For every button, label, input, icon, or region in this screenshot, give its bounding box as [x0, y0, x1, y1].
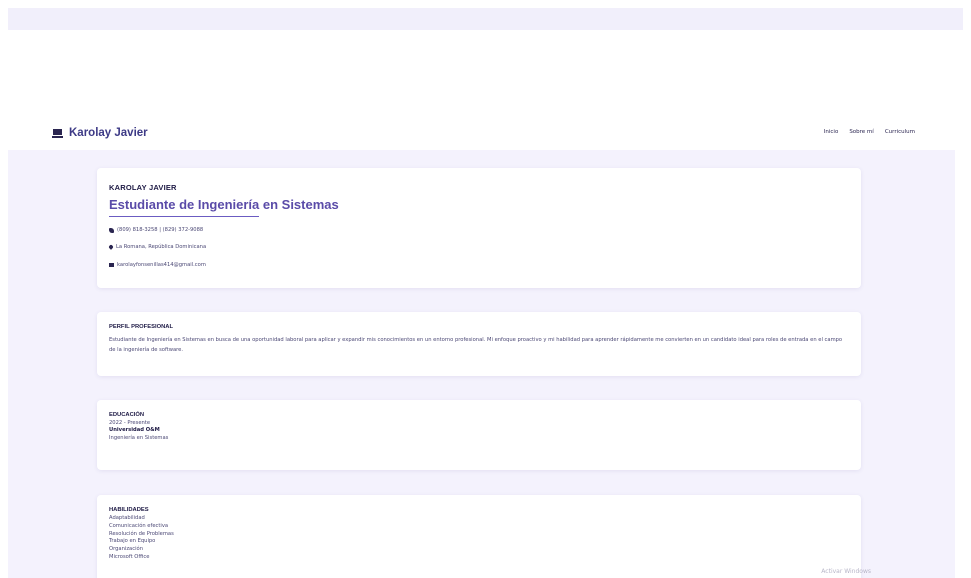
top-band — [8, 8, 963, 30]
role-underline — [109, 216, 259, 217]
phone-text: (809) 818-3258 | (829) 372-9088 — [117, 227, 204, 233]
skill-item: Microsoft Office — [109, 553, 150, 560]
laptop-icon — [52, 128, 63, 138]
activation-watermark: Activar Windows — [821, 568, 871, 575]
educacion-card: EDUCACIÓN 2022 - Presente Universidad O&… — [97, 400, 861, 470]
nav-link-curriculum[interactable]: Curriculum — [885, 129, 915, 135]
perfil-card: PERFIL PROFESIONAL Estudiante de Ingenie… — [97, 312, 861, 376]
educacion-institution: Universidad O&M — [109, 427, 160, 434]
contact-location: La Romana, República Dominicana — [108, 244, 207, 250]
envelope-icon — [109, 263, 114, 267]
brand[interactable]: Karolay Javier — [52, 127, 148, 139]
phone-icon — [109, 227, 114, 233]
educacion-title: EDUCACIÓN — [109, 412, 145, 418]
educacion-period: 2022 - Presente — [109, 420, 151, 426]
skill-list: Adaptabilidad Comunicación efectiva Reso… — [109, 515, 174, 562]
educacion-details: 2022 - Presente Universidad O&M Ingenier… — [109, 420, 168, 442]
skill-item: Adaptabilidad — [109, 515, 145, 521]
person-role: Estudiante de Ingeniería en Sistemas — [109, 197, 339, 212]
nav-links: Inicio Sobre mí Curriculum — [824, 129, 915, 135]
contact-email: karolayfonsenillas414@gmail.com — [109, 262, 206, 268]
skill-item: Resolución de Problemas — [109, 530, 174, 537]
skill-item: Comunicación efectiva — [109, 522, 169, 529]
contact-phone: (809) 818-3258 | (829) 372-9088 — [109, 227, 203, 233]
email-text: karolayfonsenillas414@gmail.com — [117, 262, 206, 268]
main-content: KAROLAY JAVIER Estudiante de Ingeniería … — [8, 150, 955, 578]
perfil-title: PERFIL PROFESIONAL — [109, 324, 173, 330]
habilidades-card: HABILIDADES Adaptabilidad Comunicación e… — [97, 495, 861, 578]
educacion-degree: Ingeniería en Sistemas — [109, 434, 169, 441]
navbar: Karolay Javier Inicio Sobre mí Curriculu… — [0, 120, 971, 150]
location-text: La Romana, República Dominicana — [116, 244, 207, 250]
skill-item: Organización — [109, 546, 143, 553]
habilidades-title: HABILIDADES — [109, 507, 149, 513]
nav-link-sobre-mi[interactable]: Sobre mí — [849, 129, 874, 135]
person-name: KAROLAY JAVIER — [109, 183, 177, 192]
header-card: KAROLAY JAVIER Estudiante de Ingeniería … — [97, 168, 861, 288]
brand-name: Karolay Javier — [69, 127, 148, 139]
map-pin-icon — [108, 244, 114, 250]
perfil-text: Estudiante de Ingeniería en Sistemas en … — [109, 337, 843, 353]
nav-link-inicio[interactable]: Inicio — [824, 129, 839, 135]
